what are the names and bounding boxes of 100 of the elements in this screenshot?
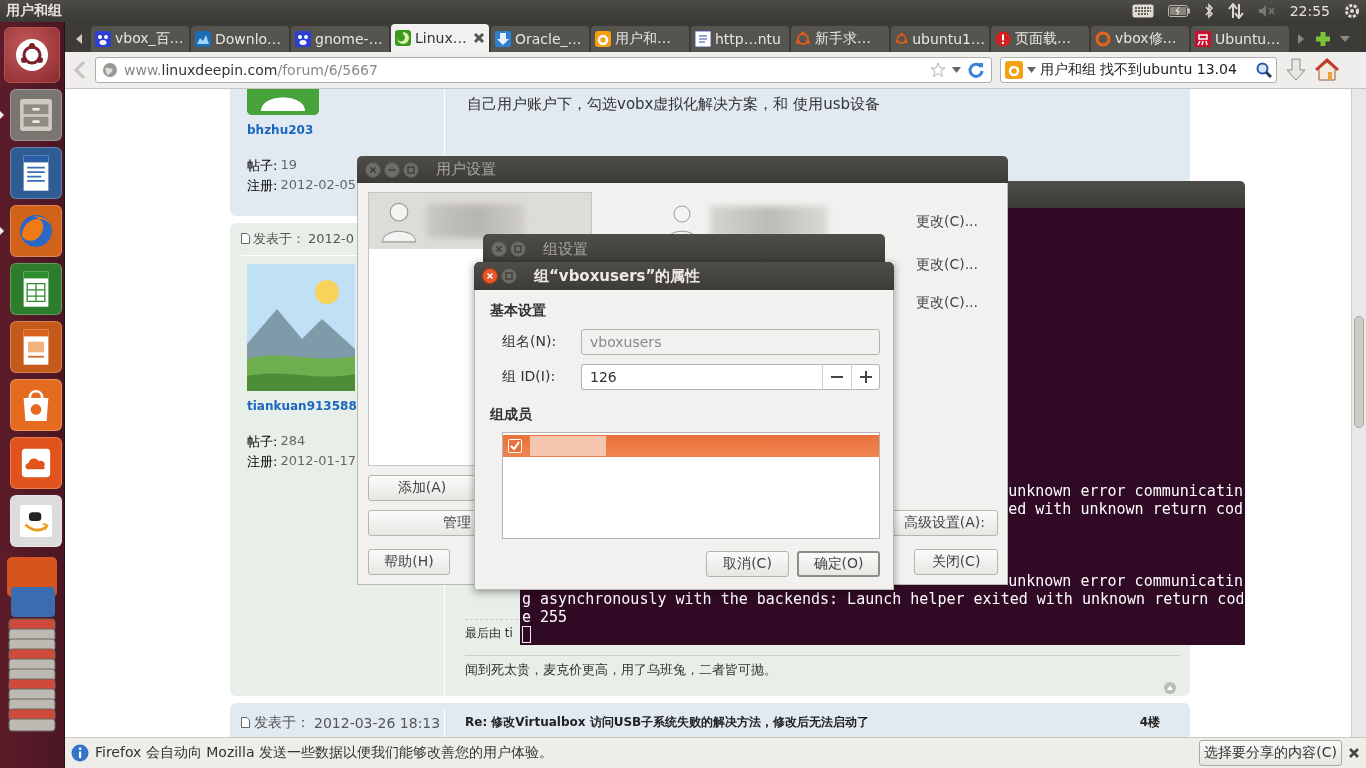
paw-icon: [295, 30, 311, 47]
dropdown-icon[interactable]: [1027, 66, 1036, 73]
launcher-button[interactable]: [9, 263, 62, 315]
terminal-line: unknown error communicatin: [1007, 572, 1243, 590]
stat-label: 注册:: [247, 176, 278, 195]
launcher-button[interactable]: [9, 379, 62, 431]
increment-button[interactable]: [851, 364, 880, 390]
scrollbar[interactable]: [1351, 88, 1366, 738]
browser-tab[interactable]: ubuntu1…: [891, 25, 989, 52]
group-id-field[interactable]: 126: [581, 364, 822, 390]
browser-tab[interactable]: vbox修…: [1091, 25, 1189, 52]
posted-label: 发表于：: [253, 229, 305, 248]
post-date: 2012-03-26 18:13: [314, 714, 441, 731]
scroll-right-icon[interactable]: [1297, 33, 1305, 44]
home-icon[interactable]: [1315, 57, 1339, 82]
posted-label: 发表于：: [254, 713, 310, 732]
window-title: 用户设置: [436, 160, 496, 179]
battery-icon[interactable]: [1167, 5, 1190, 17]
scrollbar-thumb[interactable]: [1354, 315, 1364, 428]
decrement-button[interactable]: [822, 364, 851, 390]
section-heading: 组成员: [490, 406, 533, 424]
download-icon: [495, 30, 511, 47]
dialog-button[interactable]: 取消(C): [706, 551, 789, 577]
document-icon: [241, 233, 250, 245]
launcher-button[interactable]: [9, 321, 62, 373]
browser-tab[interactable]: Downlo…: [191, 25, 289, 52]
alert-icon: [995, 30, 1011, 47]
close-button[interactable]: 关闭(C): [914, 549, 998, 575]
stat-value: 2012-02-05: [280, 176, 356, 194]
browser-tab[interactable]: Ubuntu…: [1191, 25, 1289, 52]
globe-icon: [102, 61, 118, 78]
dropdown-icon[interactable]: [1340, 35, 1350, 42]
launcher-button[interactable]: [9, 437, 62, 489]
avatar-icon: [247, 88, 319, 115]
post-title: Re: 修改Virtualbox 访问USB子系统失败的解决方法，修改后无法启动了: [464, 714, 871, 732]
favicon-icon: [1195, 30, 1211, 47]
document-icon: [695, 30, 711, 47]
bluetooth-icon[interactable]: [1203, 3, 1214, 19]
terminal-line: g asynchronously with the backends: Launch helper exited with unknown return cod: [522, 590, 1243, 608]
checkbox[interactable]: [508, 439, 522, 453]
clock[interactable]: 22:55: [1289, 3, 1330, 19]
launcher-button[interactable]: [9, 147, 62, 199]
ubuntu-logo-icon: [15, 38, 49, 72]
browser-tab[interactable]: Oracle_…: [491, 25, 589, 52]
close-icon[interactable]: [473, 31, 485, 44]
stat-value: 284: [280, 432, 306, 450]
search-field[interactable]: 用户和组 找不到ubuntu 13.04: [1000, 56, 1277, 83]
change-link[interactable]: 更改(C)...: [915, 256, 978, 274]
browser-tab[interactable]: gnome-…: [291, 25, 389, 52]
search-icon[interactable]: [1256, 61, 1272, 78]
browser-tab[interactable]: http…ntu: [691, 25, 789, 52]
field-label: 组 ID(I):: [502, 368, 557, 386]
ring-icon: [595, 30, 611, 47]
browser-tab[interactable]: 新手求…: [791, 25, 889, 52]
launcher-button[interactable]: [9, 495, 62, 547]
terminal-line: ed with unknown return cod: [1007, 500, 1243, 518]
browser-tab[interactable]: 页面载…: [991, 25, 1089, 52]
stat-label: 帖子:: [247, 432, 278, 451]
network-arrows-icon[interactable]: [1227, 3, 1244, 19]
new-tab-icon[interactable]: [1315, 30, 1331, 47]
close-icon[interactable]: [1348, 747, 1360, 760]
section-heading: 基本设置: [490, 302, 547, 320]
ubuntu-icon: [795, 30, 811, 47]
browser-tab[interactable]: Linux…: [391, 23, 489, 52]
info-icon: [71, 744, 89, 763]
keyboard-icon[interactable]: [1131, 4, 1154, 18]
chart-icon: [195, 30, 211, 47]
post-date: 2012-0: [308, 231, 355, 247]
document-icon: [241, 717, 250, 729]
url-field[interactable]: www.linuxdeepin.com/forum/6/5667: [95, 56, 992, 83]
muted-speaker-icon[interactable]: [1257, 4, 1276, 18]
dash-button[interactable]: [4, 27, 60, 83]
browser-tab[interactable]: 用户和…: [591, 25, 689, 52]
reload-icon[interactable]: [967, 60, 985, 79]
post-text: 自己用户账户下，勾选vobx虚拟化解决方案，和 使用usb设备: [467, 94, 881, 114]
ring-icon: [1095, 30, 1111, 47]
dropdown-icon[interactable]: [952, 66, 961, 73]
scroll-left-icon[interactable]: [75, 33, 83, 44]
stat-value: 19: [280, 156, 297, 174]
window-title: 组设置: [543, 239, 588, 259]
share-choice-button[interactable]: 选择要分享的内容(C): [1199, 740, 1342, 767]
close-icon[interactable]: [482, 268, 498, 284]
change-link[interactable]: 更改(C)...: [915, 213, 978, 231]
change-link[interactable]: 更改(C)...: [915, 294, 978, 312]
window-title: 组“vboxusers”的属性: [534, 266, 701, 286]
ubuntu-icon: [895, 30, 909, 47]
power-icon[interactable]: [1344, 3, 1360, 19]
launcher-button[interactable]: [9, 89, 62, 141]
stat-label: 帖子:: [247, 156, 278, 175]
author-link[interactable]: bhzhu203: [247, 122, 314, 137]
paw-icon: [95, 30, 111, 47]
author-link[interactable]: tiankuan913588: [247, 398, 357, 413]
star-icon[interactable]: [930, 61, 946, 78]
terminal-line: unknown error communicatin: [1007, 482, 1243, 500]
browser-tab[interactable]: vbox_百…: [91, 25, 189, 52]
dialog-button[interactable]: 确定(O): [797, 551, 880, 577]
signature: 闻到死太贵，麦克价更高，用了乌班兔，二者皆可抛。: [465, 654, 1180, 679]
help-button[interactable]: 帮助(H): [368, 549, 450, 575]
plus-icon: [859, 371, 872, 383]
add-button[interactable]: 添加(A): [368, 475, 476, 501]
